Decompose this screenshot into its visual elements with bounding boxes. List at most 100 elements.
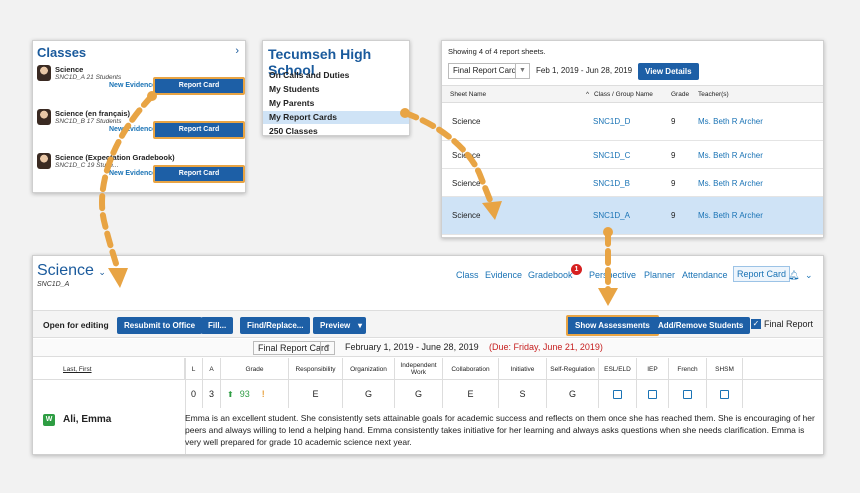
col-last-first[interactable]: Last, First (33, 358, 185, 380)
col-sheet-name[interactable]: Sheet Name (450, 91, 486, 98)
classes-title: Classes (37, 45, 87, 60)
class-sub: SNC1D_B 17 Students (55, 118, 122, 125)
cell-independent-work[interactable]: G (395, 380, 443, 408)
col-independent-work: Independent Work (395, 358, 443, 380)
sheets-count: Showing 4 of 4 report sheets. (448, 47, 546, 56)
bell-icon[interactable]: 🔔︎ (788, 270, 799, 281)
col-responsibility: Responsibility (289, 358, 343, 380)
new-evidence-link[interactable]: New Evidence (109, 170, 156, 177)
add-remove-students-button[interactable]: Add/Remove Students (651, 317, 751, 334)
table-row[interactable]: Science SNC1D_C 9 Ms. Beth R Archer (442, 141, 823, 169)
nav-gradebook[interactable]: Gradebook (528, 270, 573, 280)
nav-report-card[interactable]: Report Card (733, 266, 791, 282)
student-name[interactable]: Ali, Emma (63, 414, 111, 425)
iep-checkbox[interactable] (637, 380, 669, 408)
col-initiative: Initiative (499, 358, 547, 380)
cell-l[interactable]: 0 (185, 380, 203, 408)
class-name: Science (55, 65, 84, 74)
warning-icon: ! (261, 389, 265, 399)
toolbar: Open for editing Resubmit to Office Fill… (33, 310, 823, 338)
cell-self-regulation[interactable]: G (547, 380, 599, 408)
col-grade: Grade (221, 358, 289, 380)
term-range: February 1, 2019 - June 28, 2019 (345, 342, 479, 352)
col-organization: Organization (343, 358, 395, 380)
class-name: Science (Expectation Gradebook) (55, 153, 175, 162)
arrow-up-icon: ⬆ (227, 389, 234, 399)
col-self-regulation: Self-Regulation (547, 358, 599, 380)
sheets-table-header: Sheet Name ^ Class / Group Name Grade Te… (442, 85, 823, 103)
class-item[interactable]: Science (Expectation Gradebook) SNC1D_C … (37, 153, 245, 193)
chevron-down-icon: ▼ (320, 342, 334, 354)
class-title[interactable]: Science ⌄ (37, 262, 106, 280)
avatar (37, 65, 51, 81)
avatar (37, 109, 51, 125)
chevron-down-icon: ⌄ (98, 267, 106, 277)
sort-icon[interactable]: ^ (586, 91, 589, 98)
table-row[interactable]: Science SNC1D_D 9 Ms. Beth R Archer (442, 103, 823, 141)
nav-attendance[interactable]: Attendance (682, 270, 728, 280)
report-card-button[interactable]: Report Card (153, 77, 245, 95)
chevron-down-icon[interactable]: ⌄ (805, 270, 813, 281)
show-assessments-button[interactable]: Show Assessments (566, 315, 659, 336)
preview-button[interactable]: Preview (313, 317, 358, 334)
chevron-right-icon[interactable]: › (235, 45, 239, 57)
class-code: SNC1D_A (37, 281, 70, 288)
menu-item-my-students[interactable]: My Students (263, 83, 409, 96)
menu-item-classes[interactable]: 250 Classes (263, 125, 409, 138)
menu-item-my-report-cards[interactable]: My Report Cards (263, 111, 409, 124)
esl-eld-checkbox[interactable] (599, 380, 637, 408)
table-row[interactable]: Science SNC1D_B 9 Ms. Beth R Archer (442, 169, 823, 197)
class-item[interactable]: Science (en français) SNC1D_B 17 Student… (37, 109, 245, 149)
final-report-checkbox[interactable]: ✓ (751, 319, 761, 329)
new-evidence-link[interactable]: New Evidence (109, 82, 156, 89)
nav-planner[interactable]: Planner (644, 270, 675, 280)
notification-badge: 1 (571, 264, 582, 275)
menu-item-on-calls[interactable]: On Calls and Duties (263, 69, 409, 82)
col-class-group[interactable]: Class / Group Name (594, 91, 653, 98)
table-row-selected[interactable]: Science SNC1D_A 9 Ms. Beth R Archer (442, 197, 823, 235)
class-sub: SNC1D_A 21 Students (55, 74, 122, 81)
cell-a[interactable]: 3 (203, 380, 221, 408)
final-report-label: Final Report (764, 319, 814, 329)
cell-organization[interactable]: G (343, 380, 395, 408)
class-item[interactable]: Science SNC1D_A 21 Students New Evidence… (37, 65, 245, 105)
nav-perspective[interactable]: Perspective (589, 270, 636, 280)
find-replace-button[interactable]: Find/Replace... (240, 317, 311, 334)
col-teachers[interactable]: Teacher(s) (698, 91, 729, 98)
date-bar: Final Report Card ▼ February 1, 2019 - J… (33, 339, 823, 357)
report-card-button[interactable]: Report Card (153, 121, 245, 139)
avatar (37, 153, 51, 169)
col-l: L (185, 358, 203, 380)
cell-responsibility[interactable]: E (289, 380, 343, 408)
col-collaboration: Collaboration (443, 358, 499, 380)
cell-grade[interactable]: ⬆ 93 ! (221, 380, 289, 408)
date-range: Feb 1, 2019 - Jun 28, 2019 (536, 66, 633, 75)
report-type-select[interactable]: Final Report Card ▼ (253, 341, 335, 355)
table-row: 0 3 ⬆ 93 ! E G G E S G (33, 380, 823, 408)
cell-initiative[interactable]: S (499, 380, 547, 408)
report-card-button[interactable]: Report Card (153, 165, 245, 183)
classes-panel: Classes › Science SNC1D_A 21 Students Ne… (32, 40, 246, 193)
menu-item-my-parents[interactable]: My Parents (263, 97, 409, 110)
nav-class[interactable]: Class (456, 270, 479, 280)
french-checkbox[interactable] (669, 380, 707, 408)
col-esl-eld: ESL/ELD (599, 358, 637, 380)
resubmit-button[interactable]: Resubmit to Office (117, 317, 203, 334)
fill-button[interactable]: Fill... (201, 317, 234, 334)
shsm-checkbox[interactable] (707, 380, 743, 408)
school-menu-panel: Tecumseh High School On Calls and Duties… (262, 40, 410, 136)
nav-evidence[interactable]: Evidence (485, 270, 522, 280)
new-evidence-link[interactable]: New Evidence (109, 126, 156, 133)
status-badge: W (43, 414, 55, 426)
class-name: Science (en français) (55, 109, 131, 118)
chevron-down-icon: ▼ (515, 64, 529, 78)
col-grade[interactable]: Grade (671, 91, 689, 98)
col-french: French (669, 358, 707, 380)
cell-collaboration[interactable]: E (443, 380, 499, 408)
view-details-button[interactable]: View Details (638, 63, 699, 80)
preview-dropdown-icon[interactable]: ▾ (354, 317, 367, 334)
report-type-select[interactable]: Final Report Card ▼ (448, 63, 530, 79)
col-a: A (203, 358, 221, 380)
col-shsm: SHSM (707, 358, 743, 380)
comment-text[interactable]: Emma is an excellent student. She consis… (185, 412, 815, 448)
